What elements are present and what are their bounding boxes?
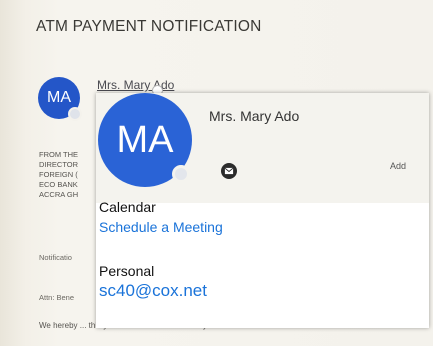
email-body-header: FROM THE DIRECTOR FOREIGN ( ECO BANK ACC…	[39, 150, 99, 200]
schedule-meeting-link[interactable]: Schedule a Meeting	[99, 219, 223, 235]
contact-avatar: MA	[98, 93, 192, 187]
email-subject: ATM PAYMENT NOTIFICATION	[36, 18, 262, 35]
email-icon[interactable]	[221, 163, 237, 179]
email-attn-line: Attn: Bene	[39, 293, 75, 302]
contact-name: Mrs. Mary Ado	[209, 108, 300, 124]
email-body-line: ECO BANK	[39, 180, 78, 189]
sender-avatar[interactable]: MA	[38, 77, 82, 121]
email-body-line: FROM THE	[39, 150, 79, 159]
email-body-line: DIRECTOR	[39, 160, 79, 169]
contact-card: MA Mrs. Mary Ado Add Calendar Schedule a…	[96, 93, 429, 328]
presence-status-icon	[68, 107, 82, 121]
presence-status-icon	[172, 165, 190, 183]
sender-initials: MA	[47, 89, 71, 106]
add-contact-button[interactable]: Add	[390, 161, 406, 171]
personal-email-link[interactable]: sc40@cox.net	[99, 281, 207, 301]
email-body-line: ACCRA GH	[39, 190, 79, 199]
contact-initials: MA	[116, 119, 174, 161]
email-body-line: FOREIGN (	[39, 170, 78, 179]
email-notification-line: Notificatio	[39, 253, 72, 262]
contact-card-header: MA Mrs. Mary Ado Add	[96, 93, 429, 203]
calendar-section-label: Calendar	[99, 199, 156, 215]
personal-section-label: Personal	[99, 263, 155, 279]
